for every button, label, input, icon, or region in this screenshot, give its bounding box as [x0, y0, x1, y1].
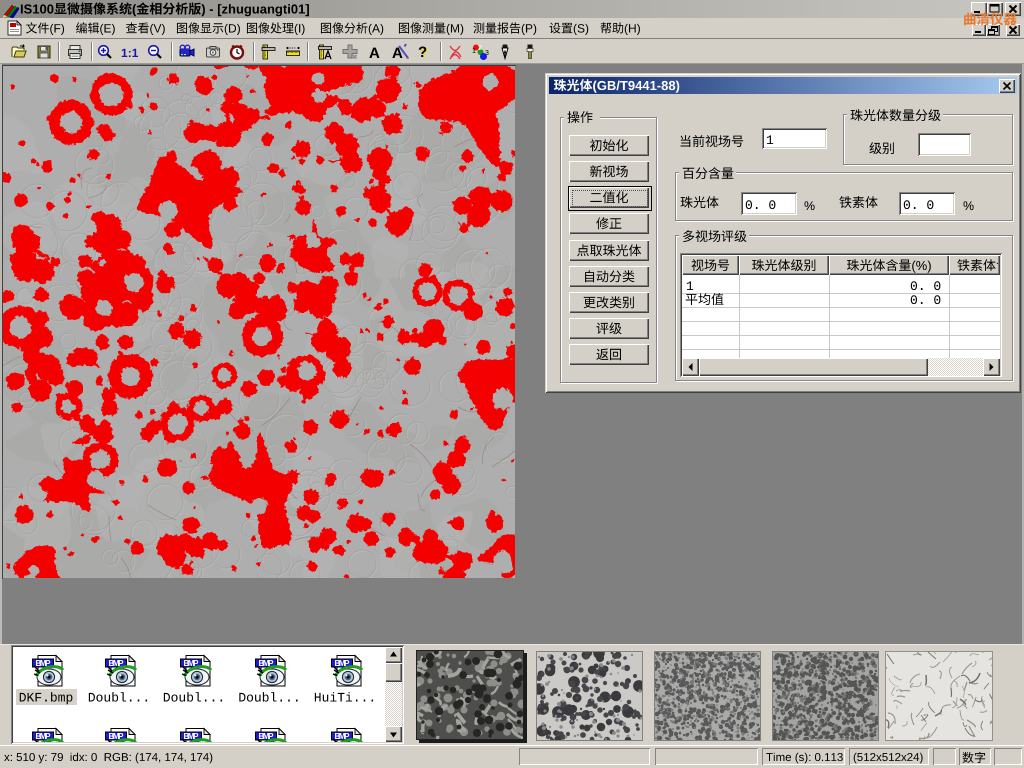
svg-text:1: 1: [472, 48, 476, 55]
svg-text:3: 3: [485, 50, 489, 57]
svg-text:2: 2: [478, 45, 482, 52]
